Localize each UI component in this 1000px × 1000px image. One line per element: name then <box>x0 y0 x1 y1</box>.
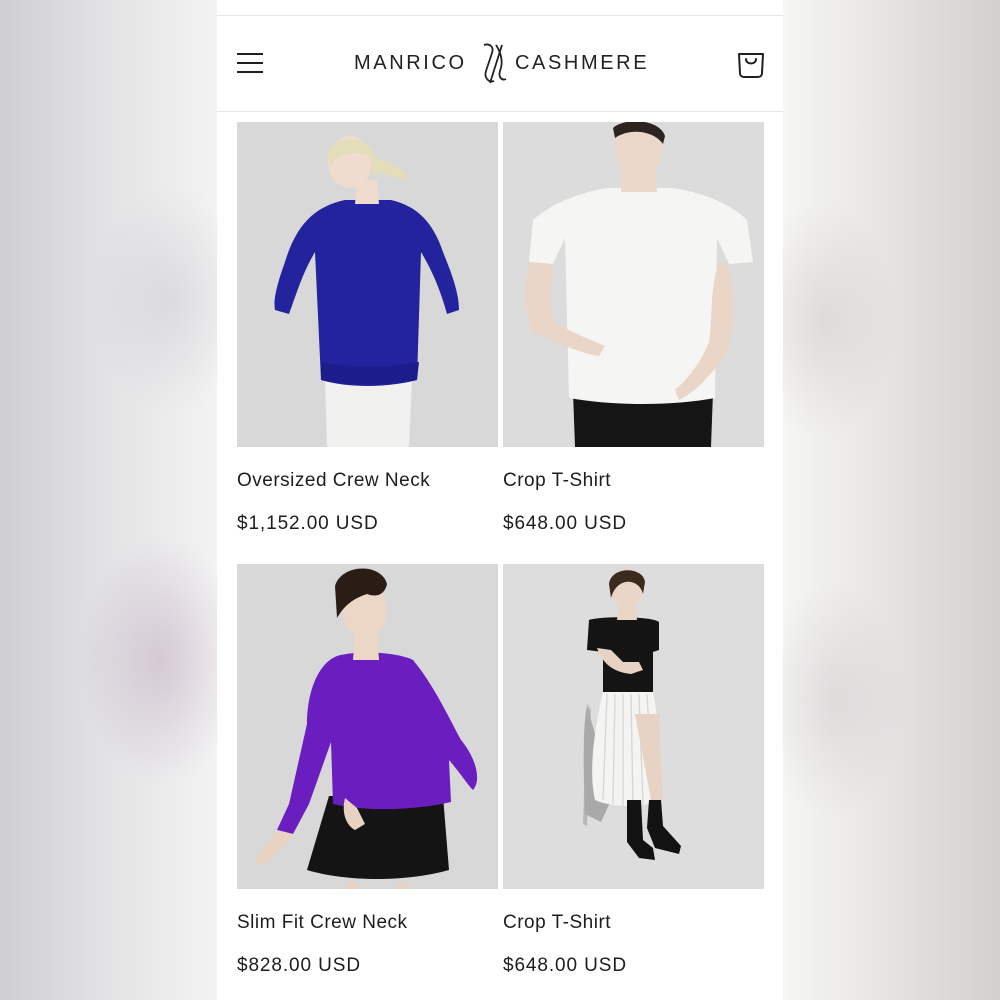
product-card[interactable]: Slim Fit Crew Neck $828.00 USD <box>237 564 498 984</box>
product-image[interactable] <box>503 122 764 447</box>
site-header: MANRICO CASHMERE <box>217 16 783 112</box>
model-black-crop-tshirt-pleated-skirt <box>503 564 764 889</box>
product-price: $828.00 USD <box>237 955 361 976</box>
product-card[interactable]: Crop T-Shirt $648.00 USD <box>503 564 764 984</box>
background-blur-right <box>783 0 1000 1000</box>
product-card[interactable]: Oversized Crew Neck $1,152.00 USD <box>237 122 498 542</box>
product-name[interactable]: Crop T-Shirt <box>503 470 611 492</box>
product-image[interactable] <box>237 122 498 447</box>
product-price: $648.00 USD <box>503 513 627 534</box>
model-blue-oversized-sweater <box>237 122 498 447</box>
product-price: $648.00 USD <box>503 955 627 976</box>
product-image[interactable] <box>503 564 764 889</box>
product-name[interactable]: Slim Fit Crew Neck <box>237 912 408 934</box>
model-purple-slim-sweater <box>237 564 498 889</box>
background-blur-left <box>0 0 217 1000</box>
brand-logo[interactable]: MANRICO CASHMERE <box>354 41 649 87</box>
product-name[interactable]: Oversized Crew Neck <box>237 470 430 492</box>
product-price: $1,152.00 USD <box>237 513 379 534</box>
store-page: MANRICO CASHMERE Oversized Crew Neck $1,… <box>217 0 783 1000</box>
brand-name-right: CASHMERE <box>515 52 650 74</box>
model-white-crop-tshirt <box>503 122 764 447</box>
monogram-logo-icon <box>483 43 507 84</box>
hamburger-menu-icon[interactable] <box>237 50 263 76</box>
product-name[interactable]: Crop T-Shirt <box>503 912 611 934</box>
brand-name-left: MANRICO <box>354 52 467 74</box>
shopping-bag-icon[interactable] <box>736 47 766 79</box>
product-card[interactable]: Crop T-Shirt $648.00 USD <box>503 122 764 542</box>
header-divider <box>217 111 783 112</box>
product-image[interactable] <box>237 564 498 889</box>
